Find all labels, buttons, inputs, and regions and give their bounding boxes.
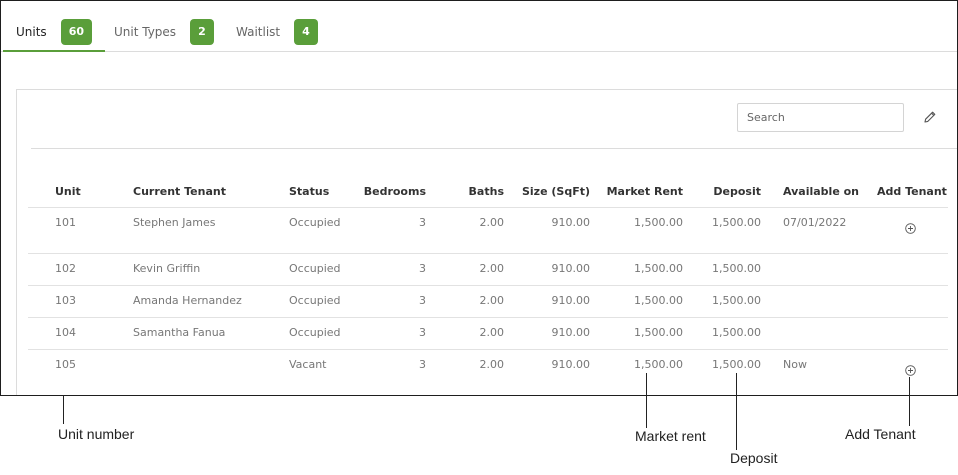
column-header-deposit[interactable]: Deposit [713,185,761,198]
cell-bedrooms: 3 [419,326,426,339]
callout-line-unit-number [63,395,64,424]
cell-baths: 2.00 [479,262,505,275]
count-badge: 2 [190,19,214,45]
cell-deposit: 1,500.00 [712,326,761,339]
cell-status: Vacant [289,358,327,371]
cell-size: 910.00 [551,262,591,275]
callout-line-deposit [736,373,737,450]
cell-baths: 2.00 [479,294,505,307]
cell-bedrooms: 3 [419,358,426,371]
row-divider [28,207,948,208]
add-tenant-icon[interactable] [905,365,916,376]
tab-waitlist[interactable]: Waitlist 4 [236,19,318,51]
column-header-unit[interactable]: Unit [55,185,81,198]
cell-baths: 2.00 [479,216,505,229]
search-input[interactable] [737,103,904,132]
count-badge: 60 [60,19,92,45]
cell-tenant: Samantha Fanua [133,326,226,339]
cell-market-rent: 1,500.00 [634,262,683,275]
cell-bedrooms: 3 [419,294,426,307]
cell-deposit: 1,500.00 [712,216,761,229]
tab-unit-types[interactable]: Unit Types 2 [114,19,214,51]
pencil-icon[interactable] [923,110,937,124]
column-header-status[interactable]: Status [289,185,329,198]
column-header-available-on[interactable]: Available on [783,185,859,198]
cell-tenant: Amanda Hernandez [133,294,242,307]
cell-bedrooms: 3 [419,216,426,229]
column-header-size[interactable]: Size (SqFt) [522,185,590,198]
tab-units[interactable]: Units 60 [3,19,105,52]
cell-unit: 103 [55,294,76,307]
row-divider [28,317,948,318]
cell-deposit: 1,500.00 [712,262,761,275]
cell-deposit: 1,500.00 [712,294,761,307]
column-header-baths[interactable]: Baths [469,185,504,198]
cell-bedrooms: 3 [419,262,426,275]
tab-label: Units [16,25,47,39]
cell-status: Occupied [289,262,341,275]
tab-bar: Units 60 Unit Types 2 Waitlist 4 [1,1,957,52]
callout-line-market-rent [646,373,647,428]
column-header-market-rent[interactable]: Market Rent [607,185,683,198]
callout-unit-number: Unit number [58,426,135,442]
cell-available-on: 07/01/2022 [783,216,847,229]
count-badge: 4 [294,19,318,45]
callout-deposit: Deposit [730,450,778,466]
row-divider [28,253,948,254]
app-window: Units 60 Unit Types 2 Waitlist 4 Unit Cur… [0,0,958,396]
cell-deposit: 1,500.00 [712,358,761,371]
cell-market-rent: 1,500.00 [634,326,683,339]
cell-unit: 104 [55,326,76,339]
cell-size: 910.00 [551,216,591,229]
cell-size: 910.00 [551,294,591,307]
cell-market-rent: 1,500.00 [634,294,683,307]
column-header-tenant[interactable]: Current Tenant [133,185,226,198]
tab-label: Waitlist [236,25,281,39]
column-header-add-tenant[interactable]: Add Tenant [877,185,947,198]
cell-status: Occupied [289,294,341,307]
cell-size: 910.00 [551,326,591,339]
cell-unit: 105 [55,358,76,371]
cell-status: Occupied [289,326,341,339]
add-tenant-icon[interactable] [905,223,916,234]
callout-add-tenant: Add Tenant [845,426,916,442]
cell-market-rent: 1,500.00 [634,358,683,371]
cell-baths: 2.00 [479,326,505,339]
cell-tenant: Kevin Griffin [133,262,201,275]
cell-tenant: Stephen James [133,216,216,229]
row-divider [28,285,948,286]
cell-status: Occupied [289,216,341,229]
cell-available-on: Now [783,358,807,371]
callout-line-add-tenant [909,377,910,426]
cell-unit: 102 [55,262,76,275]
cell-market-rent: 1,500.00 [634,216,683,229]
toolbar-divider [31,148,957,149]
cell-unit: 101 [55,216,76,229]
column-header-bedrooms[interactable]: Bedrooms [364,185,426,198]
cell-baths: 2.00 [479,358,505,371]
cell-size: 910.00 [551,358,591,371]
tab-label: Unit Types [114,25,177,39]
callout-market-rent: Market rent [635,428,706,444]
row-divider [28,349,948,350]
